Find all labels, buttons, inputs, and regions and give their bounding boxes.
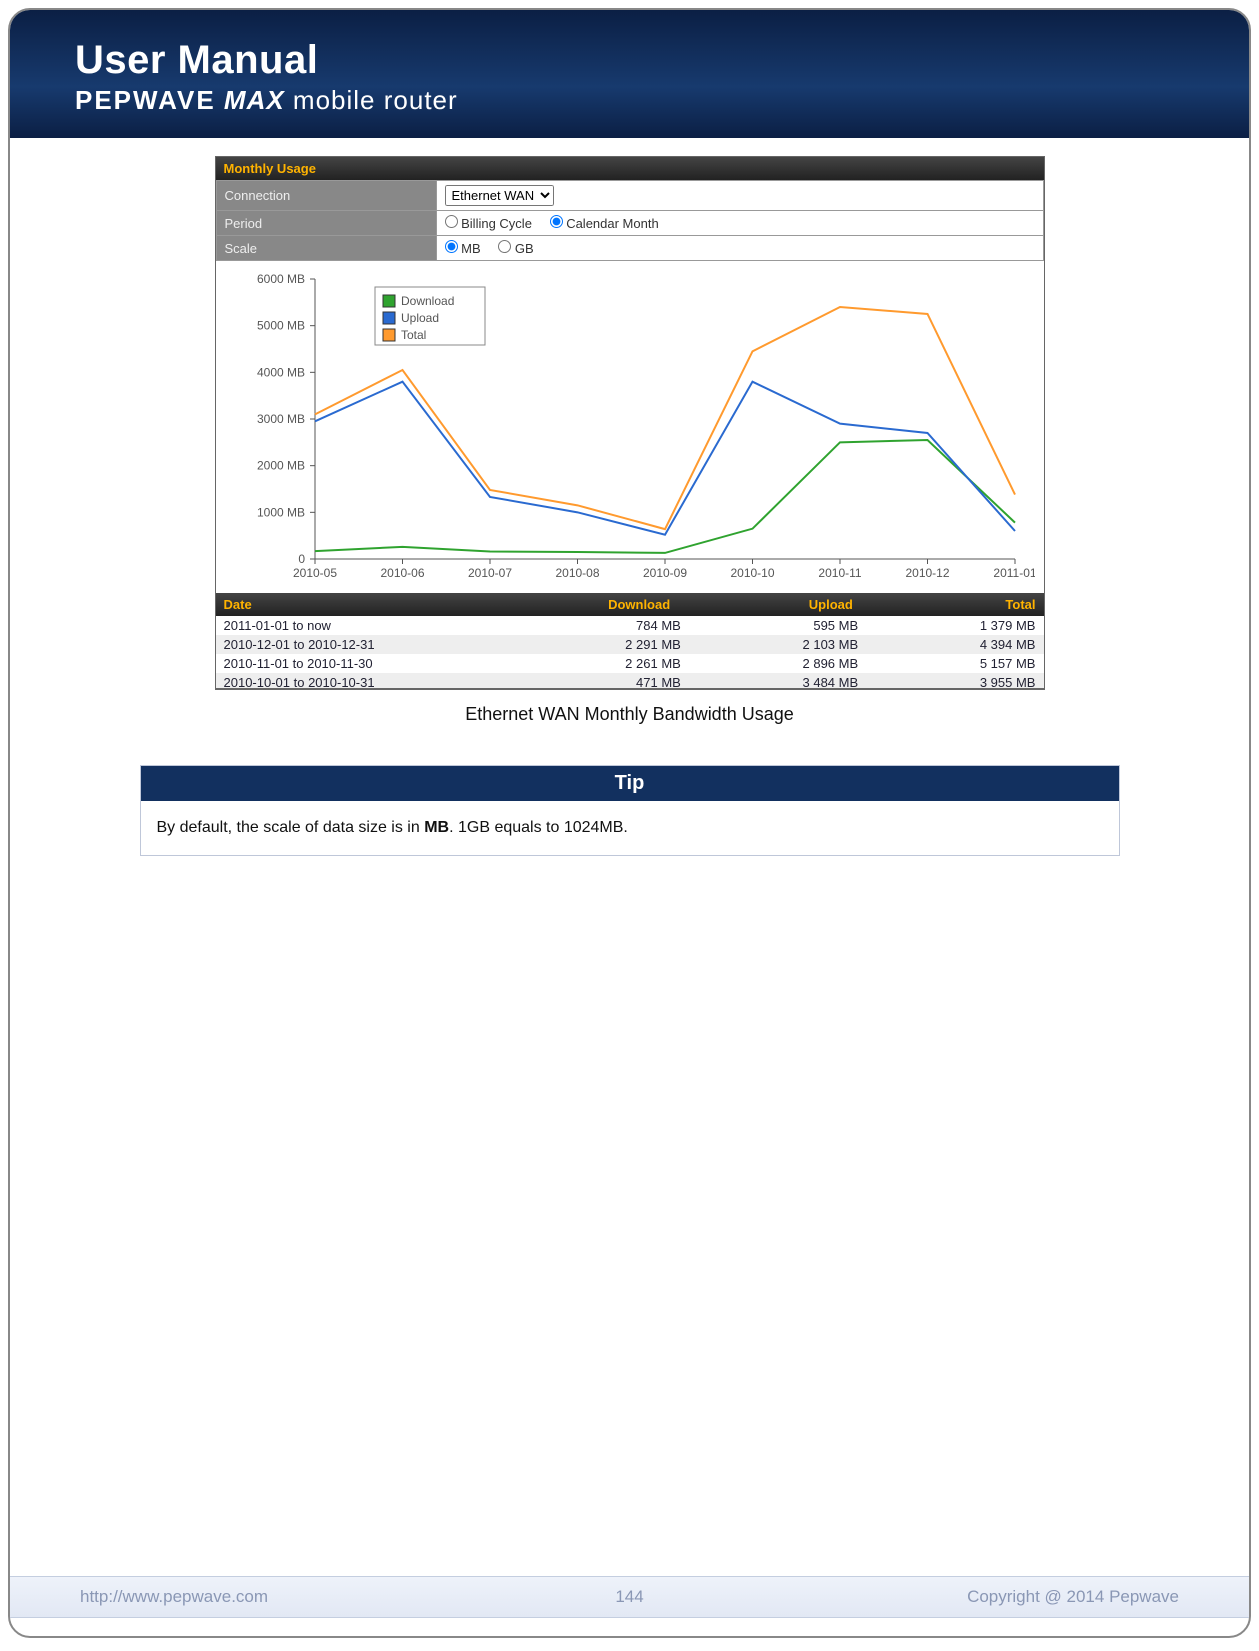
table-row: 2010-12-01 to 2010-12-312 291 MB2 103 MB… xyxy=(216,635,1044,654)
footer-url: http://www.pepwave.com xyxy=(80,1587,570,1607)
tip-box: Tip By default, the scale of data size i… xyxy=(140,765,1120,856)
cell-total: 4 394 MB xyxy=(858,637,1035,652)
figure-caption: Ethernet WAN Monthly Bandwidth Usage xyxy=(70,704,1189,725)
cell-download: 2 261 MB xyxy=(504,656,681,671)
section-header-monthly-usage: Monthly Usage xyxy=(216,157,1044,180)
scale-gb-label[interactable]: GB xyxy=(498,241,533,256)
scale-gb-radio[interactable] xyxy=(498,240,511,253)
table-row: 2011-01-01 to now784 MB595 MB1 379 MB xyxy=(216,616,1044,635)
data-table-header: Date Download Upload Total xyxy=(216,593,1044,616)
cell-upload: 2 896 MB xyxy=(681,656,858,671)
svg-text:2010-09: 2010-09 xyxy=(642,566,686,580)
period-billing-radio[interactable] xyxy=(445,215,458,228)
period-billing-label[interactable]: Billing Cycle xyxy=(445,216,532,231)
svg-text:5000 MB: 5000 MB xyxy=(256,319,304,333)
svg-text:1000 MB: 1000 MB xyxy=(256,505,304,519)
period-calendar-radio[interactable] xyxy=(550,215,563,228)
scale-gb-text: GB xyxy=(515,241,534,256)
svg-text:2010-06: 2010-06 xyxy=(380,566,424,580)
svg-text:2010-07: 2010-07 xyxy=(467,566,511,580)
title-main: User Manual xyxy=(75,38,1199,83)
period-billing-text: Billing Cycle xyxy=(461,216,532,231)
svg-text:6000 MB: 6000 MB xyxy=(256,272,304,286)
settings-table: Connection Ethernet WAN Period Billing C… xyxy=(216,180,1044,261)
scale-mb-radio[interactable] xyxy=(445,240,458,253)
label-scale: Scale xyxy=(216,236,436,261)
tip-text-bold: MB xyxy=(424,819,449,836)
cell-total: 1 379 MB xyxy=(858,618,1035,633)
cell-total: 3 955 MB xyxy=(858,675,1035,686)
svg-text:2010-10: 2010-10 xyxy=(730,566,774,580)
cell-date: 2010-10-01 to 2010-10-31 xyxy=(224,675,504,686)
col-total: Total xyxy=(861,593,1044,616)
scale-mb-text: MB xyxy=(461,241,481,256)
connection-select[interactable]: Ethernet WAN xyxy=(445,185,554,206)
document-header: User Manual PEPWAVE MAX mobile router xyxy=(10,10,1249,138)
footer-bar: http://www.pepwave.com 144 Copyright @ 2… xyxy=(10,1576,1249,1618)
label-period: Period xyxy=(216,211,436,236)
cell-period: Billing Cycle Calendar Month xyxy=(436,211,1043,236)
svg-text:2010-12: 2010-12 xyxy=(905,566,949,580)
svg-text:Total: Total xyxy=(401,328,426,342)
footer-copyright: Copyright @ 2014 Pepwave xyxy=(690,1587,1180,1607)
svg-text:2000 MB: 2000 MB xyxy=(256,459,304,473)
content-area: Monthly Usage Connection Ethernet WAN Pe… xyxy=(10,138,1249,856)
cell-download: 2 291 MB xyxy=(504,637,681,652)
cell-upload: 2 103 MB xyxy=(681,637,858,652)
cell-upload: 3 484 MB xyxy=(681,675,858,686)
usage-panel: Monthly Usage Connection Ethernet WAN Pe… xyxy=(215,156,1045,690)
svg-text:2010-05: 2010-05 xyxy=(292,566,336,580)
period-calendar-text: Calendar Month xyxy=(566,216,659,231)
brand-max: MAX xyxy=(224,85,285,115)
usage-chart: 0 1000 MB 2000 MB 3000 MB 4000 MB 5000 MB 6000… xyxy=(225,269,1035,589)
chart-area: 0 1000 MB 2000 MB 3000 MB 4000 MB 5000 MB 6000… xyxy=(216,261,1044,593)
cell-date: 2010-11-01 to 2010-11-30 xyxy=(224,656,504,671)
cell-download: 471 MB xyxy=(504,675,681,686)
cell-upload: 595 MB xyxy=(681,618,858,633)
svg-text:2010-11: 2010-11 xyxy=(818,566,861,580)
col-upload: Upload xyxy=(678,593,861,616)
svg-text:3000 MB: 3000 MB xyxy=(256,412,304,426)
cell-download: 784 MB xyxy=(504,618,681,633)
scale-mb-label[interactable]: MB xyxy=(445,241,481,256)
svg-text:4000 MB: 4000 MB xyxy=(256,365,304,379)
svg-text:2011-01: 2011-01 xyxy=(993,566,1035,580)
svg-text:2010-08: 2010-08 xyxy=(555,566,599,580)
period-calendar-label[interactable]: Calendar Month xyxy=(550,216,659,231)
label-connection: Connection xyxy=(216,181,436,211)
col-download: Download xyxy=(496,593,679,616)
brand-suffix: mobile router xyxy=(293,85,458,115)
cell-scale: MB GB xyxy=(436,236,1043,261)
svg-text:Upload: Upload xyxy=(401,311,439,325)
svg-text:Download: Download xyxy=(401,294,454,308)
cell-date: 2010-12-01 to 2010-12-31 xyxy=(224,637,504,652)
data-table-body: 2011-01-01 to now784 MB595 MB1 379 MB201… xyxy=(216,616,1044,689)
tip-text-post: . 1GB equals to 1024MB. xyxy=(449,819,628,836)
cell-total: 5 157 MB xyxy=(858,656,1035,671)
page-frame: User Manual PEPWAVE MAX mobile router Mo… xyxy=(8,8,1251,1638)
table-row: 2010-10-01 to 2010-10-31471 MB3 484 MB3 … xyxy=(216,673,1044,689)
title-sub: PEPWAVE MAX mobile router xyxy=(75,85,1199,116)
footer-page: 144 xyxy=(570,1587,690,1607)
table-row: 2010-11-01 to 2010-11-302 261 MB2 896 MB… xyxy=(216,654,1044,673)
brand-name: PEPWAVE xyxy=(75,85,216,115)
tip-header: Tip xyxy=(141,766,1119,801)
cell-connection: Ethernet WAN xyxy=(436,181,1043,211)
tip-text-pre: By default, the scale of data size is in xyxy=(157,819,425,836)
svg-text:0: 0 xyxy=(298,552,305,566)
col-date: Date xyxy=(216,593,496,616)
tip-body: By default, the scale of data size is in… xyxy=(141,801,1119,855)
cell-date: 2011-01-01 to now xyxy=(224,618,504,633)
